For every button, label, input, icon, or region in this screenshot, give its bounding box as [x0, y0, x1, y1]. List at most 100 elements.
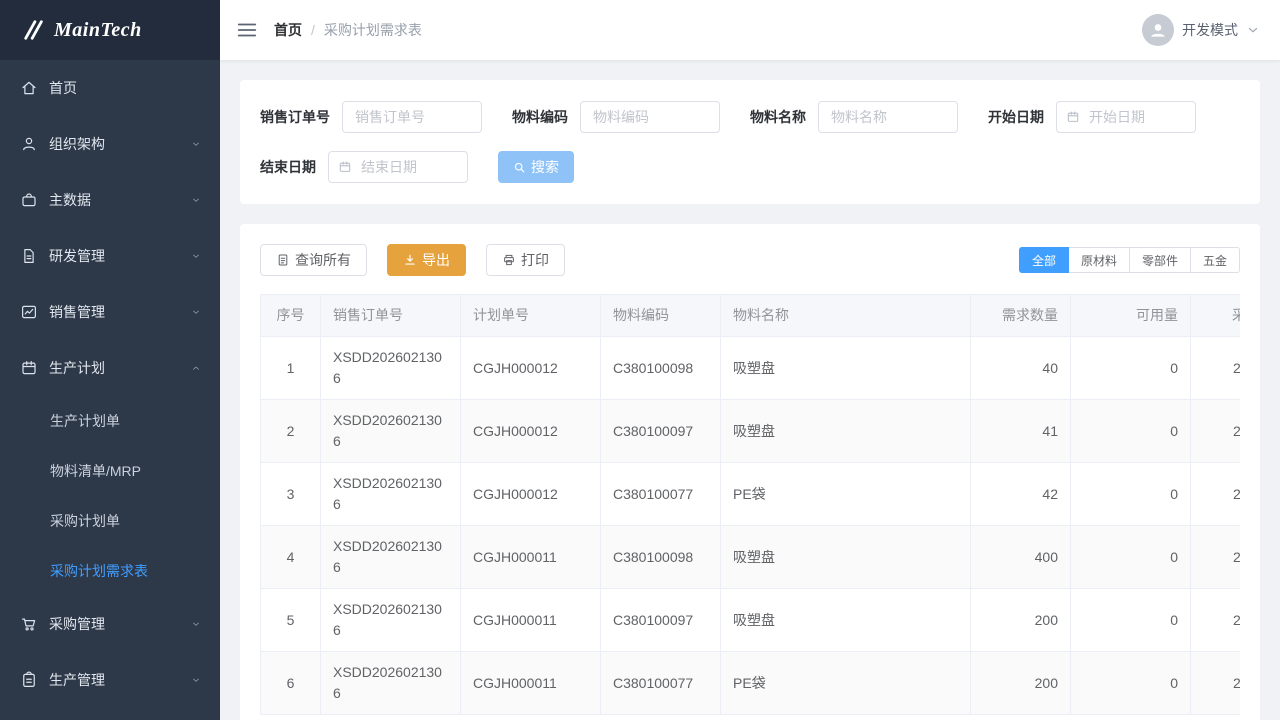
breadcrumb-home[interactable]: 首页: [274, 20, 302, 40]
sidebar-item[interactable]: 销售管理: [0, 284, 220, 340]
category-tab[interactable]: 零部件: [1129, 247, 1191, 273]
sidebar-item[interactable]: 主数据: [0, 172, 220, 228]
table-row[interactable]: 3XSDD2026021306CGJH000012C380100077PE袋42…: [261, 463, 1241, 526]
sidebar-subitem[interactable]: 生产计划单: [0, 396, 220, 446]
table-cell: 0: [1071, 526, 1191, 589]
table-row[interactable]: 4XSDD2026021306CGJH000011C380100098吸塑盘40…: [261, 526, 1241, 589]
sidebar-item[interactable]: 生产计划: [0, 340, 220, 396]
table-cell: PE袋: [721, 652, 971, 715]
filter-label: 开始日期: [988, 107, 1044, 127]
column-header: 采购数量: [1191, 295, 1241, 337]
column-header: 物料名称: [721, 295, 971, 337]
sidebar-menu: 首页组织架构主数据研发管理销售管理生产计划生产计划单物料清单/MRP采购计划单采…: [0, 60, 220, 720]
calendar-icon: [20, 359, 38, 377]
table-cell: 吸塑盘: [721, 400, 971, 463]
filter-input[interactable]: [818, 101, 958, 133]
filter-field: 结束日期: [260, 151, 468, 183]
hamburger-menu-icon[interactable]: [236, 19, 258, 41]
print-button[interactable]: 打印: [486, 244, 565, 276]
filter-field: 开始日期: [988, 101, 1196, 133]
table-cell: 吸塑盘: [721, 589, 971, 652]
table-cell: XSDD2026021306: [321, 652, 461, 715]
sidebar-subitem[interactable]: 采购计划单: [0, 496, 220, 546]
main-area: 首页 / 采购计划需求表 开发模式 销售订单号物料编码物料名称开始日期结束日期 …: [220, 0, 1280, 720]
demand-table: 序号销售订单号计划单号物料编码物料名称需求数量可用量采购数量 1XSDD2026…: [260, 294, 1240, 715]
table-row[interactable]: 5XSDD2026021306CGJH000011C380100097吸塑盘20…: [261, 589, 1241, 652]
breadcrumb-separator: /: [311, 22, 315, 38]
filter-field: 销售订单号: [260, 101, 482, 133]
table-cell: C380100098: [601, 337, 721, 400]
column-header: 可用量: [1071, 295, 1191, 337]
table-cell: 2: [1191, 652, 1241, 715]
table-body: 1XSDD2026021306CGJH000012C380100098吸塑盘40…: [261, 337, 1241, 715]
table-cell: 2: [1191, 463, 1241, 526]
chevron-down-icon: [190, 618, 202, 630]
filter-field: 物料编码: [512, 101, 720, 133]
sidebar-item-label: 组织架构: [49, 134, 190, 154]
mode-label: 开发模式: [1182, 20, 1238, 40]
table-cell: XSDD2026021306: [321, 400, 461, 463]
category-tab[interactable]: 全部: [1019, 247, 1069, 273]
calendar-icon: [338, 160, 352, 174]
table-cell: XSDD2026021306: [321, 589, 461, 652]
table-cell: 400: [971, 526, 1071, 589]
breadcrumb-current: 采购计划需求表: [324, 20, 422, 40]
table-row[interactable]: 6XSDD2026021306CGJH000011C380100077PE袋20…: [261, 652, 1241, 715]
table-cell: 200: [971, 652, 1071, 715]
clipboard-icon: [20, 671, 38, 689]
sidebar-item-label: 首页: [49, 78, 202, 98]
sidebar-item[interactable]: 生产管理: [0, 652, 220, 708]
table-cell: CGJH000011: [461, 589, 601, 652]
table-toolbar: 查询所有 导出 打印 全部原材料零部件五金: [260, 244, 1240, 276]
avatar: [1142, 14, 1174, 46]
user-icon: [1148, 20, 1168, 40]
table-cell: 2: [1191, 400, 1241, 463]
table-cell: 2: [1191, 589, 1241, 652]
table-head: 序号销售订单号计划单号物料编码物料名称需求数量可用量采购数量: [261, 295, 1241, 337]
sidebar-item[interactable]: 研发管理: [0, 228, 220, 284]
table-wrapper[interactable]: 序号销售订单号计划单号物料编码物料名称需求数量可用量采购数量 1XSDD2026…: [260, 294, 1240, 715]
topbar: 首页 / 采购计划需求表 开发模式: [220, 0, 1280, 60]
sidebar: MainTech 首页组织架构主数据研发管理销售管理生产计划生产计划单物料清单/…: [0, 0, 220, 720]
column-header: 序号: [261, 295, 321, 337]
column-header: 需求数量: [971, 295, 1071, 337]
table-row[interactable]: 2XSDD2026021306CGJH000012C380100097吸塑盘41…: [261, 400, 1241, 463]
sidebar-subitem[interactable]: 采购计划需求表: [0, 546, 220, 596]
sidebar-item[interactable]: 首页: [0, 60, 220, 116]
chevron-down-icon: [190, 138, 202, 150]
table-cell: C380100077: [601, 652, 721, 715]
filter-label: 物料编码: [512, 107, 568, 127]
filter-input[interactable]: [342, 101, 482, 133]
table-cell: C380100077: [601, 463, 721, 526]
query-all-button[interactable]: 查询所有: [260, 244, 367, 276]
table-cell: 2: [261, 400, 321, 463]
table-cell: 0: [1071, 400, 1191, 463]
search-button[interactable]: 搜索: [498, 151, 574, 183]
filter-input[interactable]: [580, 101, 720, 133]
table-cell: 吸塑盘: [721, 337, 971, 400]
table-cell: 2: [1191, 337, 1241, 400]
table-cell: CGJH000011: [461, 652, 601, 715]
table-cell: CGJH000012: [461, 463, 601, 526]
user-menu[interactable]: 开发模式: [1142, 14, 1260, 46]
column-header: 物料编码: [601, 295, 721, 337]
sidebar-item-label: 生产管理: [49, 670, 190, 690]
logo-text: MainTech: [54, 19, 142, 42]
category-tab[interactable]: 五金: [1190, 247, 1240, 273]
query-all-label: 查询所有: [295, 250, 351, 270]
export-button[interactable]: 导出: [387, 244, 466, 276]
document-list-icon: [276, 253, 290, 267]
chevron-up-icon: [190, 362, 202, 374]
table-cell: CGJH000011: [461, 526, 601, 589]
table-card: 查询所有 导出 打印 全部原材料零部件五金 序号销售订单号计划单号物料编码物料名…: [240, 224, 1260, 720]
category-tab[interactable]: 原材料: [1068, 247, 1130, 273]
sidebar-item[interactable]: 组织架构: [0, 116, 220, 172]
sidebar-item[interactable]: 采购管理: [0, 596, 220, 652]
bag-icon: [20, 191, 38, 209]
table-cell: C380100098: [601, 526, 721, 589]
sidebar-subitem[interactable]: 物料清单/MRP: [0, 446, 220, 496]
table-cell: C380100097: [601, 589, 721, 652]
table-row[interactable]: 1XSDD2026021306CGJH000012C380100098吸塑盘40…: [261, 337, 1241, 400]
doc-icon: [20, 247, 38, 265]
table-cell: 3: [261, 463, 321, 526]
